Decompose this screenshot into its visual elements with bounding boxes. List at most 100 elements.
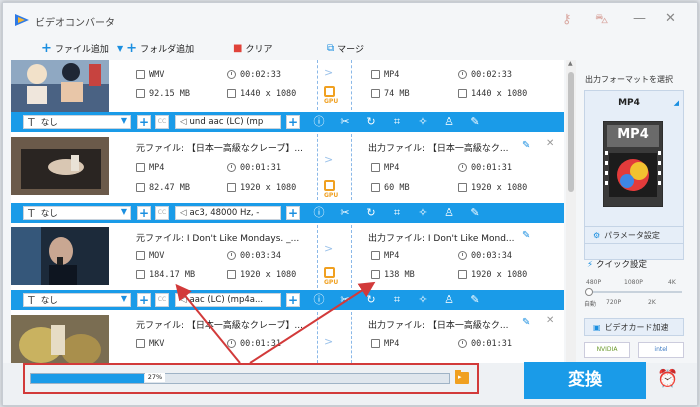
quick-settings-label: ⚡ クイック設定 xyxy=(587,258,647,270)
edit-name-pencil-icon[interactable]: ✎ xyxy=(522,230,530,241)
edit-name-pencil-icon[interactable]: ✎ xyxy=(522,317,530,328)
divider xyxy=(317,312,318,363)
divider xyxy=(351,134,352,200)
gpu-icon xyxy=(324,86,335,97)
add-subtitle-button[interactable]: + xyxy=(137,206,151,220)
divider xyxy=(351,312,352,363)
add-audio-button[interactable]: + xyxy=(286,293,300,307)
video-thumbnail[interactable] xyxy=(11,137,109,195)
audio-track-select[interactable]: ◁ und aac (LC) (mp xyxy=(175,115,281,129)
add-subtitle-button[interactable]: + xyxy=(137,293,151,307)
quality-tick: 480P xyxy=(586,279,602,286)
cut-icon[interactable]: ✂ xyxy=(338,293,352,307)
input-resolution: 1440 x 1080 xyxy=(240,89,297,99)
add-file-button[interactable]: + ファイル追加 xyxy=(41,40,109,56)
format-icon xyxy=(136,339,145,348)
quality-tick: 1080P xyxy=(624,279,643,286)
output-settings-panel: 出力フォーマットを選択 MP4 ◢ MP4 ⚙ パラメータ設定 ⚡ クイック設定… xyxy=(578,60,692,363)
slider-knob[interactable] xyxy=(585,288,593,296)
info-icon[interactable]: ⓘ xyxy=(312,293,326,307)
chevron-down-icon: ▼ xyxy=(120,294,127,303)
cut-icon[interactable]: ✂ xyxy=(338,206,352,220)
settings-sliders-icon: ⚙ xyxy=(593,230,601,240)
speaker-icon: ◁ xyxy=(180,208,187,218)
param-button-label: パラメータ設定 xyxy=(604,230,660,240)
quality-slider[interactable] xyxy=(585,288,682,296)
watermark-icon[interactable]: ♙ xyxy=(442,293,456,307)
minimize-button[interactable]: — xyxy=(633,11,646,26)
add-folder-button[interactable]: ▼ + フォルダ追加 xyxy=(117,40,194,56)
scrollbar-thumb[interactable] xyxy=(568,72,574,192)
subtitle-select[interactable]: T なし ▼ xyxy=(23,206,131,220)
file-list-scrollbar[interactable]: ▲ xyxy=(566,60,576,363)
watermark-icon[interactable]: ♙ xyxy=(442,115,456,129)
gpu-acceleration-button[interactable]: ▣ ビデオカード加速 xyxy=(584,318,684,336)
alarm-clock-icon[interactable]: ⏰ xyxy=(657,369,678,389)
audio-track-select[interactable]: ◁ ac3, 48000 Hz, - xyxy=(175,206,281,220)
audio-track-value: und aac (LC) (mp xyxy=(189,117,264,127)
parameter-settings-button[interactable]: ⚙ パラメータ設定 xyxy=(584,226,684,244)
cut-icon[interactable]: ✂ xyxy=(338,115,352,129)
video-thumbnail[interactable] xyxy=(11,227,109,285)
resolution-icon xyxy=(458,89,467,98)
input-format: MP4 xyxy=(149,163,165,173)
remove-file-x-icon[interactable]: ✕ xyxy=(546,138,554,149)
bolt-icon: ⚡ xyxy=(587,260,593,270)
effect-wand-icon[interactable]: ✧ xyxy=(416,206,430,220)
audio-track-select[interactable]: ◁ aac (LC) (mp4a... xyxy=(175,293,281,307)
watermark-icon[interactable]: ♙ xyxy=(442,206,456,220)
convert-button[interactable]: 変換 xyxy=(524,362,646,399)
quality-tick: 2K xyxy=(648,299,656,306)
output-format: MP4 xyxy=(384,70,400,80)
edit-name-pencil-icon[interactable]: ✎ xyxy=(522,140,530,151)
cc-icon[interactable]: CC xyxy=(155,293,169,307)
subtitle-select[interactable]: T なし ▼ xyxy=(23,115,131,129)
cc-icon[interactable]: CC xyxy=(155,115,169,129)
speaker-icon: ◁ xyxy=(180,295,187,305)
add-audio-button[interactable]: + xyxy=(286,206,300,220)
format-badge: MP4 xyxy=(617,127,649,142)
effect-wand-icon[interactable]: ✧ xyxy=(416,115,430,129)
subtitle-edit-icon[interactable]: ✎ xyxy=(468,206,482,220)
annotation-highlight-box xyxy=(23,363,479,394)
video-thumbnail[interactable] xyxy=(11,315,109,363)
divider xyxy=(317,60,318,110)
chevron-right-icon: > xyxy=(324,242,334,255)
info-icon[interactable]: ⓘ xyxy=(312,206,326,220)
intel-badge: intel xyxy=(638,342,684,358)
effect-wand-icon[interactable]: ✧ xyxy=(416,293,430,307)
clock-icon xyxy=(227,339,236,348)
subtitle-edit-icon[interactable]: ✎ xyxy=(468,293,482,307)
key-icon[interactable]: ⚷ xyxy=(562,12,572,27)
subtitle-value: なし xyxy=(40,118,58,128)
merge-label: マージ xyxy=(337,44,364,55)
format-icon xyxy=(136,70,145,79)
scroll-up-icon[interactable]: ▲ xyxy=(568,60,573,67)
title-bar: ビデオコンバータ ⚷ ⛍ — ✕ xyxy=(3,3,697,36)
crop-icon[interactable]: ⌗ xyxy=(390,115,404,129)
subtitle-select[interactable]: T なし ▼ xyxy=(23,293,131,307)
add-audio-button[interactable]: + xyxy=(286,115,300,129)
resolution-icon xyxy=(227,183,236,192)
crop-icon[interactable]: ⌗ xyxy=(390,293,404,307)
remove-file-x-icon[interactable]: ✕ xyxy=(546,315,554,326)
cc-icon[interactable]: CC xyxy=(155,206,169,220)
gpu-icon xyxy=(324,267,335,278)
video-thumbnail[interactable] xyxy=(11,60,109,112)
close-window-button[interactable]: ✕ xyxy=(665,11,676,26)
crop-icon[interactable]: ⌗ xyxy=(390,206,404,220)
app-logo-icon xyxy=(15,14,29,26)
info-icon[interactable]: ⓘ xyxy=(312,115,326,129)
rotate-icon[interactable]: ↻ xyxy=(364,293,378,307)
subtitle-value: なし xyxy=(40,296,58,306)
file-toolbar: T なし ▼ + CC ◁ aac (LC) (mp4a... + ⓘ ✂ ↻ … xyxy=(11,290,564,310)
rotate-icon[interactable]: ↻ xyxy=(364,115,378,129)
subtitle-edit-icon[interactable]: ✎ xyxy=(468,115,482,129)
dropdown-triangle-icon: ◢ xyxy=(673,99,679,107)
merge-button[interactable]: ⧉ マージ xyxy=(327,40,364,56)
add-subtitle-button[interactable]: + xyxy=(137,115,151,129)
input-size: 92.15 MB xyxy=(149,89,190,99)
clear-button[interactable]: ■ クリア xyxy=(233,40,272,56)
rotate-icon[interactable]: ↻ xyxy=(364,206,378,220)
cart-icon[interactable]: ⛍ xyxy=(595,12,608,29)
